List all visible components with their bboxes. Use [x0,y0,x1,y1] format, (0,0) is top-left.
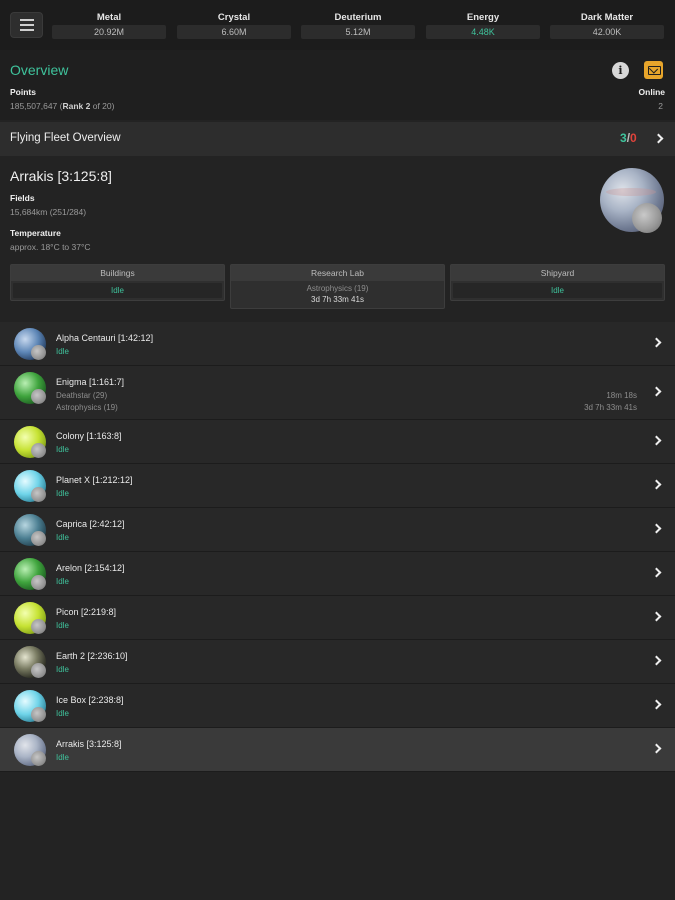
planet-list-name: Enigma [1:161:7] [56,377,125,387]
fields-value: 15,684km (251/284) [10,207,87,217]
planet-list-name: Alpha Centauri [1:42:12] [56,333,154,343]
planet-list-item[interactable]: Enigma [1:161:7] Deathstar (29) Astrophysi… [0,366,675,420]
flying-fleet-overview[interactable]: Flying Fleet Overview 3/0 [0,122,675,156]
buildings-box[interactable]: Buildings Idle [10,264,225,301]
chevron-right-icon [651,386,662,397]
resource-bar: Metal 20.92M Crystal 6.60M Deuterium 5.1… [0,0,675,50]
planet-detail: Arrakis [3:125:8] Fields 15,684km (251/2… [0,156,675,322]
moon-thumbnail [31,443,46,458]
planet-status: Idle [56,347,69,356]
chevron-right-icon [651,523,662,534]
points-label: Points [10,87,36,97]
planet-list-item[interactable]: Planet X [1:212:12] Idle [0,464,675,508]
resource-deuterium[interactable]: Deuterium 5.12M [301,10,415,39]
planet-list-item[interactable]: Earth 2 [2:236:10] Idle [0,640,675,684]
chevron-right-icon [651,655,662,666]
chevron-right-icon [651,699,662,710]
overview-panel: Overview i Points 185,507,647 (Rank 2 of… [0,50,675,120]
planet-queue-time: 18m 18s [606,391,637,400]
fleet-title: Flying Fleet Overview [10,132,121,144]
planet-list-name: Ice Box [2:238:8] [56,695,124,705]
planet-list-name: Arelon [2:154:12] [56,563,125,573]
planet-status: Idle [56,489,69,498]
resource-metal[interactable]: Metal 20.92M [52,10,166,39]
temperature-value: approx. 18°C to 37°C [10,242,91,252]
planet-queue-item: Astrophysics (19) [56,403,118,412]
moon-thumbnail [31,663,46,678]
points-value: 185,507,647 (Rank 2 of 20) [10,101,115,111]
info-icon[interactable]: i [612,62,629,79]
planet-list-name: Colony [1:163:8] [56,431,122,441]
planet-list-item[interactable]: Arrakis [3:125:8] Idle [0,728,675,772]
chevron-right-icon [653,133,664,144]
planet-status: Idle [56,709,69,718]
planet-list-item[interactable]: Arelon [2:154:12] Idle [0,552,675,596]
moon-thumbnail [31,531,46,546]
chevron-right-icon [651,567,662,578]
fleet-count: 3/0 [620,131,637,145]
page-title: Overview [10,62,69,78]
research-lab-box[interactable]: Research Lab Astrophysics (19) 3d 7h 33m… [230,264,445,309]
planet-status: Idle [56,533,69,542]
shipyard-box[interactable]: Shipyard Idle [450,264,665,301]
planet-name: Arrakis [3:125:8] [10,168,112,184]
planet-status: Idle [56,665,69,674]
planet-list-name: Arrakis [3:125:8] [56,739,122,749]
moon-thumbnail [31,575,46,590]
online-label: Online [638,87,665,97]
chevron-right-icon [651,337,662,348]
temperature-label: Temperature [10,228,61,238]
online-value: 2 [658,101,663,111]
planet-status: Idle [56,577,69,586]
mail-icon[interactable] [644,61,663,79]
moon-image[interactable] [632,203,662,233]
chevron-right-icon [651,743,662,754]
planet-queue-time: 3d 7h 33m 41s [584,403,637,412]
moon-thumbnail [31,619,46,634]
planet-list-name: Earth 2 [2:236:10] [56,651,128,661]
moon-thumbnail [31,487,46,502]
resource-energy[interactable]: Energy 4.48K [426,10,540,39]
planet-status: Idle [56,445,69,454]
hamburger-icon [19,19,34,21]
planet-list-item[interactable]: Ice Box [2:238:8] Idle [0,684,675,728]
resource-dark-matter[interactable]: Dark Matter 42.00K [550,10,664,39]
planet-list-name: Caprica [2:42:12] [56,519,125,529]
moon-thumbnail [31,751,46,766]
chevron-right-icon [651,611,662,622]
planet-list-name: Planet X [1:212:12] [56,475,133,485]
moon-thumbnail [31,345,46,360]
resource-crystal[interactable]: Crystal 6.60M [177,10,291,39]
menu-button[interactable] [10,12,43,38]
chevron-right-icon [651,479,662,490]
planet-list-item[interactable]: Caprica [2:42:12] Idle [0,508,675,552]
chevron-right-icon [651,435,662,446]
planet-list-item[interactable]: Colony [1:163:8] Idle [0,420,675,464]
fields-label: Fields [10,193,35,203]
planet-status: Idle [56,753,69,762]
planet-status: Idle [56,621,69,630]
planet-list-name: Picon [2:219:8] [56,607,117,617]
planet-queue-item: Deathstar (29) [56,391,108,400]
planet-list-item[interactable]: Picon [2:219:8] Idle [0,596,675,640]
moon-thumbnail [31,707,46,722]
planet-list-item[interactable]: Alpha Centauri [1:42:12] Idle [0,322,675,366]
moon-thumbnail [31,389,46,404]
